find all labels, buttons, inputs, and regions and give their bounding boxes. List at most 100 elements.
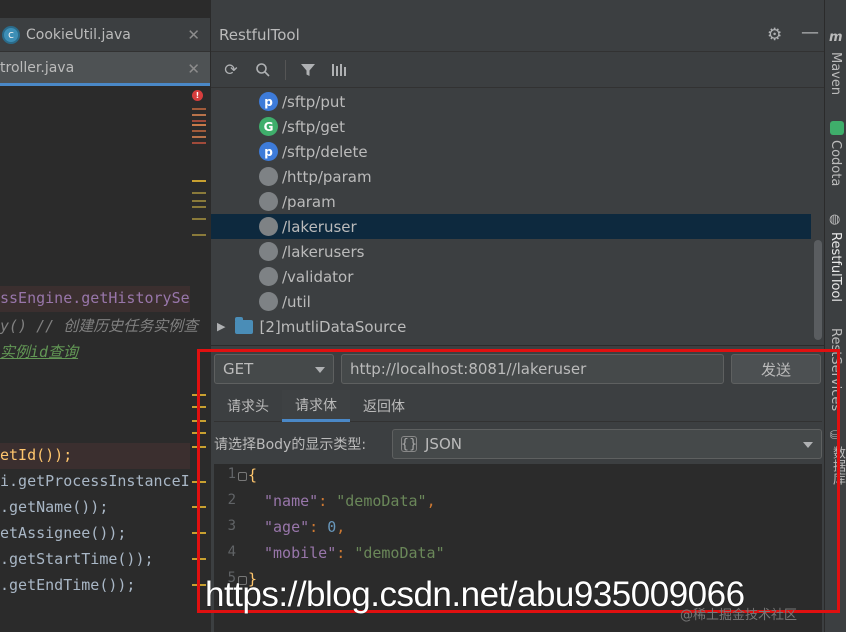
method-any-icon: [259, 292, 278, 311]
request-tabs: 请求头 请求体 返回体: [214, 390, 822, 422]
api-tree: p /sftp/put G /sftp/get p /sftp/delete /…: [211, 88, 825, 340]
json-file-icon: {}: [400, 436, 418, 452]
url-input[interactable]: http://localhost:8081//lakeruser: [341, 354, 724, 384]
url-value: http://localhost:8081//lakeruser: [350, 360, 587, 378]
tree-item[interactable]: p /sftp/put: [211, 89, 811, 114]
restfultool-panel: RestfulTool ⚙ — ⟳ p /sftp/put G /sftp/ge…: [210, 0, 825, 632]
refresh-icon[interactable]: ⟳: [221, 60, 241, 80]
tree-item-selected[interactable]: /lakeruser: [211, 214, 811, 239]
code-line[interactable]: 实例id查询: [0, 341, 78, 362]
line-number: 4: [227, 544, 236, 560]
gear-icon[interactable]: ⚙: [767, 25, 782, 45]
maven-tool-tab[interactable]: Maven: [828, 52, 843, 95]
tree-folder[interactable]: ▶ [2]mutliDataSource: [211, 314, 811, 339]
editor-tab-label: CookieUtil.java: [26, 26, 131, 43]
panel-toolbar: ⟳: [211, 52, 825, 88]
expand-all-icon[interactable]: [330, 60, 350, 80]
chevron-down-icon: [803, 442, 813, 448]
send-button[interactable]: 发送: [731, 354, 821, 384]
tree-item[interactable]: G /sftp/get: [211, 114, 811, 139]
json-line: "mobile": "demoData": [264, 544, 445, 562]
tree-item[interactable]: /lakerusers: [211, 239, 811, 264]
search-icon[interactable]: [253, 60, 273, 80]
close-icon[interactable]: ✕: [187, 60, 200, 78]
line-number: 3: [227, 518, 236, 534]
tree-item-label: /util: [282, 292, 311, 311]
restfultool-tool-tab[interactable]: RestfulTool: [828, 232, 843, 302]
method-any-icon: [259, 267, 278, 286]
code-line[interactable]: y() // 创建历史任务实例查: [0, 315, 198, 336]
tab-body[interactable]: 请求体: [282, 390, 350, 422]
body-type-row: 请选择Body的显示类型: {} JSON: [214, 426, 822, 462]
tab-headers[interactable]: 请求头: [214, 390, 282, 422]
tree-folder-label: [2]mutliDataSource: [259, 317, 407, 336]
tree-item[interactable]: /util: [211, 289, 811, 314]
body-type-value: JSON: [425, 435, 462, 453]
error-icon[interactable]: !: [192, 90, 203, 101]
folder-icon: [235, 316, 254, 334]
tree-item-label: /sftp/put: [282, 92, 346, 111]
filter-icon[interactable]: [298, 60, 318, 80]
tab-label: 返回体: [363, 399, 405, 415]
body-type-label: 请选择Body的显示类型:: [214, 437, 367, 453]
codota-icon: [830, 121, 844, 135]
tree-item[interactable]: /http/param: [211, 164, 811, 189]
tree-item-label: /sftp/delete: [282, 142, 368, 161]
method-any-icon: [259, 217, 278, 236]
tree-item-label: /lakerusers: [282, 242, 365, 261]
tree-item-label: /validator: [282, 267, 354, 286]
tree-item-label: /sftp/get: [282, 117, 345, 136]
editor-tab-controller[interactable]: troller.java ✕: [0, 52, 210, 86]
method-any-icon: [259, 192, 278, 211]
code-line[interactable]: .getStartTime());: [0, 550, 154, 568]
chevron-down-icon: [315, 367, 325, 373]
tree-item[interactable]: p /sftp/delete: [211, 139, 811, 164]
fold-icon[interactable]: [238, 472, 247, 481]
database-icon: ⛁: [830, 428, 841, 442]
editor-tab-label: troller.java: [0, 59, 75, 76]
tab-response[interactable]: 返回体: [350, 390, 418, 422]
body-type-select[interactable]: {} JSON: [392, 429, 822, 459]
minimize-icon[interactable]: —: [801, 22, 819, 43]
codota-tool-tab[interactable]: Codota: [828, 140, 843, 186]
json-line: {: [248, 466, 258, 484]
json-line: "name": "demoData",: [264, 492, 436, 510]
line-number: 1: [227, 466, 236, 482]
tab-label: 请求头: [227, 399, 269, 415]
restservices-tool-tab[interactable]: RestServices: [828, 328, 843, 411]
error-stripe[interactable]: !: [188, 86, 210, 632]
tree-item[interactable]: /param: [211, 189, 811, 214]
json-line: "age": 0,: [264, 518, 346, 536]
method-put-icon: p: [259, 92, 278, 111]
java-class-icon: c: [2, 25, 20, 44]
tree-item-label: /param: [282, 192, 336, 211]
line-number: 2: [227, 492, 236, 508]
code-line[interactable]: .getName());: [0, 498, 108, 516]
watermark-credit: @稀土掘金技术社区: [680, 608, 798, 623]
database-tool-tab[interactable]: 数据库: [828, 446, 846, 485]
method-put-icon: p: [259, 142, 278, 161]
editor-tab-cookieutil[interactable]: c CookieUtil.java ✕: [0, 18, 210, 52]
code-line[interactable]: ssEngine.getHistorySe: [0, 289, 190, 307]
maven-icon: m: [829, 30, 843, 45]
chevron-right-icon[interactable]: ▶: [217, 320, 225, 333]
method-any-icon: [259, 242, 278, 261]
toolbar-separator: [285, 59, 286, 80]
right-tool-strip: m Maven Codota ◍ RestfulTool RestService…: [824, 0, 846, 632]
tree-scrollbar[interactable]: [814, 240, 822, 340]
method-any-icon: [259, 167, 278, 186]
panel-title: RestfulTool: [219, 25, 300, 44]
globe-icon: ◍: [829, 212, 841, 227]
panel-header: RestfulTool ⚙ —: [211, 18, 825, 52]
method-select-value: GET: [223, 360, 254, 378]
method-get-icon: G: [259, 117, 278, 136]
method-select[interactable]: GET: [214, 354, 334, 384]
code-line[interactable]: i.getProcessInstanceI: [0, 472, 190, 490]
close-icon[interactable]: ✕: [187, 26, 200, 44]
tree-item[interactable]: /validator: [211, 264, 811, 289]
code-line[interactable]: etId());: [0, 446, 72, 464]
send-button-label: 发送: [760, 360, 791, 379]
code-line[interactable]: etAssignee());: [0, 524, 126, 542]
tree-item-label: /http/param: [282, 167, 372, 186]
code-line[interactable]: .getEndTime());: [0, 576, 135, 594]
